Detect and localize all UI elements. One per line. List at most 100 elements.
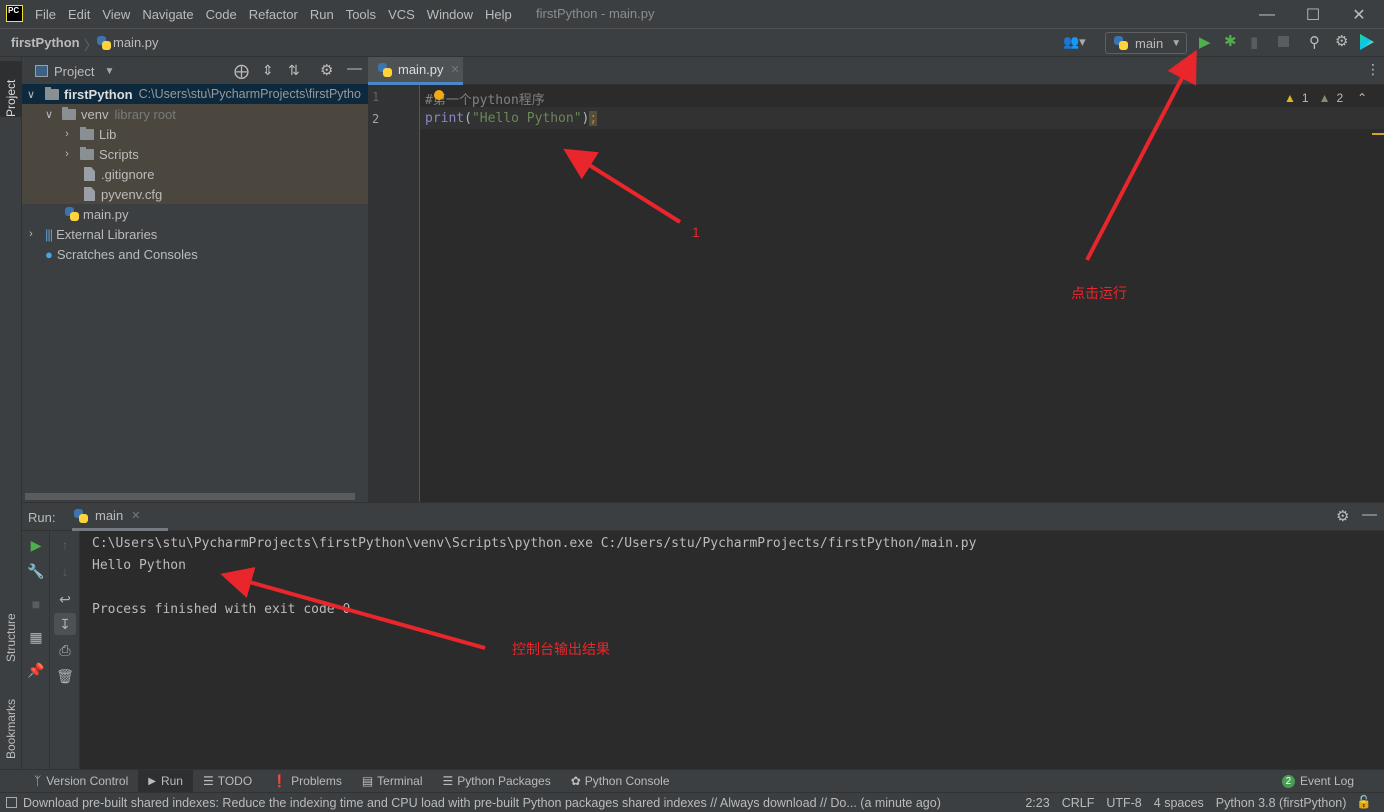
menu-view[interactable]: View	[102, 7, 138, 22]
tree-item-firstpython[interactable]: ∨ firstPython C:\Users\stu\PycharmProjec…	[22, 84, 368, 104]
more-options-icon[interactable]: ⋮	[1366, 61, 1380, 78]
chevron-down-icon[interactable]: ∨	[24, 88, 38, 101]
minimize-button[interactable]: —	[1244, 0, 1290, 29]
chevron-down-icon[interactable]: ▼	[104, 66, 114, 77]
menu-vcs[interactable]: VCS	[388, 7, 423, 22]
down-arrow-icon[interactable]: ↓	[54, 560, 76, 582]
print-icon[interactable]: ⎙	[54, 639, 76, 661]
event-log-button[interactable]: 2 Event Log	[1272, 770, 1364, 793]
close-tab-icon[interactable]: ✕	[131, 509, 140, 522]
up-arrow-icon[interactable]: ↑	[54, 534, 76, 556]
menu-help[interactable]: Help	[485, 7, 520, 22]
close-window-button[interactable]: ✕	[1336, 0, 1382, 29]
soft-wrap-icon[interactable]: ↩	[54, 588, 76, 610]
hide-panel-icon[interactable]: —	[1362, 506, 1377, 523]
lock-icon[interactable]: 🔓	[1356, 795, 1372, 810]
tool-tab-python-packages[interactable]: ☰ Python Packages	[433, 770, 561, 793]
indent-setting[interactable]: 4 spaces	[1154, 796, 1204, 810]
stop-button[interactable]	[1278, 36, 1289, 47]
menu-run[interactable]: Run	[310, 7, 342, 22]
chevron-down-icon: ▼	[1171, 37, 1182, 49]
error-stripe-mark[interactable]	[1372, 133, 1384, 135]
tree-item-pyvenv-cfg[interactable]: pyvenv.cfg	[22, 184, 368, 204]
structure-tool-tab[interactable]: Structure	[0, 592, 22, 662]
toggle-tool-windows-icon[interactable]	[6, 797, 17, 808]
settings-gear-icon[interactable]: ⚙	[320, 61, 333, 79]
tool-tab-problems[interactable]: ❗ Problems	[262, 770, 352, 793]
wrench-icon[interactable]: 🔧	[25, 560, 47, 582]
expand-all-icon[interactable]: ⇕	[262, 62, 274, 79]
caret-position[interactable]: 2:23	[1025, 796, 1049, 810]
settings-gear-icon[interactable]: ⚙	[1336, 507, 1349, 525]
editor-tab-main-py[interactable]: main.py ✕	[368, 57, 463, 85]
tool-tab-todo[interactable]: ☰ TODO	[193, 770, 262, 793]
tree-item-external-libraries[interactable]: › ||| External Libraries	[22, 224, 368, 244]
run-config-selector[interactable]: main ▼	[1105, 32, 1187, 54]
tool-tab-run[interactable]: ▶ Run	[138, 769, 193, 793]
python-icon: ✿	[570, 774, 581, 788]
console-output[interactable]: C:\Users\stu\PycharmProjects\firstPython…	[92, 533, 976, 621]
menu-file[interactable]: File	[35, 7, 64, 22]
debug-button[interactable]: ✱	[1224, 32, 1237, 50]
menu-window[interactable]: Window	[427, 7, 481, 22]
breadcrumb-file[interactable]: main.py	[113, 35, 159, 50]
collapse-all-icon[interactable]: ⇅	[288, 62, 300, 79]
breadcrumb-project[interactable]: firstPython	[11, 35, 80, 50]
code-line-2[interactable]: print("Hello Python");	[425, 111, 598, 126]
menu-bar: File Edit View Navigate Code Refactor Ru…	[35, 0, 524, 29]
status-message[interactable]: Download pre-built shared indexes: Reduc…	[23, 796, 941, 810]
tree-hint: library root	[114, 106, 176, 122]
menu-refactor[interactable]: Refactor	[249, 7, 306, 22]
inspection-widget[interactable]: ▲1 ▲2 ⌃ ⌄	[1284, 91, 1384, 105]
tool-tab-terminal[interactable]: ▤ Terminal	[352, 770, 433, 793]
search-icon[interactable]: ⚲	[1309, 33, 1320, 51]
tree-item-main-py[interactable]: main.py	[22, 204, 368, 224]
menu-code[interactable]: Code	[206, 7, 245, 22]
chevron-right-icon[interactable]: ›	[60, 148, 74, 160]
hide-panel-icon[interactable]: —	[347, 60, 362, 77]
tree-item-scripts[interactable]: › Scripts	[22, 144, 368, 164]
jetbrains-toolbox-icon[interactable]	[1360, 34, 1374, 50]
menu-tools[interactable]: Tools	[346, 7, 384, 22]
rerun-icon[interactable]: ▶	[25, 534, 47, 556]
layout-icon[interactable]: ▦	[25, 626, 47, 648]
python-interpreter[interactable]: Python 3.8 (firstPython)	[1216, 796, 1347, 810]
scroll-to-end-icon[interactable]: ↧	[54, 613, 76, 635]
chevron-right-icon[interactable]: ›	[24, 228, 38, 240]
intention-bulb-icon[interactable]	[434, 90, 444, 100]
title-bar: PC File Edit View Navigate Code Refactor…	[0, 0, 1384, 29]
run-tab-main[interactable]: main ✕	[72, 503, 168, 531]
folder-icon	[45, 86, 59, 100]
account-icon[interactable]: 👥▾	[1063, 34, 1086, 50]
terminal-icon: ▤	[361, 774, 374, 788]
menu-navigate[interactable]: Navigate	[142, 7, 201, 22]
bookmarks-tool-tab[interactable]: Bookmarks	[0, 677, 22, 759]
line-separator[interactable]: CRLF	[1062, 796, 1095, 810]
chevron-right-icon[interactable]: ›	[60, 128, 74, 140]
menu-edit[interactable]: Edit	[68, 7, 98, 22]
stop-icon[interactable]: ■	[25, 593, 47, 615]
chevron-down-icon[interactable]: ∨	[42, 108, 56, 121]
tool-tab-python-console[interactable]: ✿ Python Console	[561, 770, 680, 793]
horizontal-scrollbar[interactable]	[25, 493, 355, 500]
locate-file-icon[interactable]: ⨁	[234, 62, 249, 80]
project-tool-tab[interactable]: Project	[0, 61, 22, 117]
trash-icon[interactable]: 🗑	[54, 665, 76, 687]
previous-highlight-icon[interactable]: ⌃	[1357, 91, 1367, 105]
close-tab-icon[interactable]: ✕	[451, 63, 460, 76]
pin-icon[interactable]: 📌	[25, 659, 47, 681]
tree-item-venv[interactable]: ∨ venv library root	[22, 104, 368, 124]
console-line: C:\Users\stu\PycharmProjects\firstPython…	[92, 536, 977, 551]
settings-gear-icon[interactable]: ⚙	[1335, 32, 1348, 50]
tree-item-scratches[interactable]: ● Scratches and Consoles	[22, 244, 368, 264]
project-panel-title[interactable]: Project	[54, 64, 94, 79]
tool-tab-version-control[interactable]: ᛉ Version Control	[24, 770, 138, 793]
file-encoding[interactable]: UTF-8	[1106, 796, 1141, 810]
tree-item-gitignore[interactable]: .gitignore	[22, 164, 368, 184]
run-with-coverage-icon[interactable]: ▮	[1250, 33, 1258, 51]
breadcrumb-separator-icon: 〉	[84, 38, 98, 53]
layers-icon: ☰	[442, 774, 454, 788]
run-button[interactable]: ▶	[1199, 33, 1211, 51]
tree-item-lib[interactable]: › Lib	[22, 124, 368, 144]
maximize-button[interactable]: ☐	[1290, 0, 1336, 29]
